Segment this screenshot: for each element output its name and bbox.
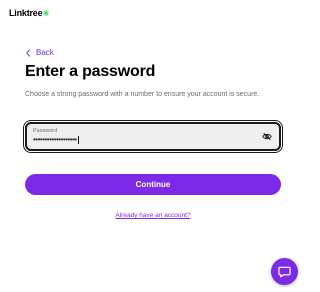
chevron-left-icon	[26, 48, 31, 57]
page-subtitle: Choose a strong password with a number t…	[25, 91, 260, 98]
continue-button[interactable]: Continue	[25, 174, 281, 195]
already-have-account-link[interactable]: Already have an account?	[0, 212, 306, 219]
eye-off-icon[interactable]	[262, 132, 272, 141]
password-masked-value: •••••••••••••••••••	[33, 135, 77, 144]
password-field[interactable]: Password •••••••••••••••••••	[25, 122, 281, 151]
linktree-logo[interactable]: Linktree	[9, 8, 50, 18]
text-caret	[77, 135, 79, 144]
back-button[interactable]: Back	[25, 48, 54, 57]
back-label: Back	[36, 48, 54, 57]
password-label: Password	[33, 128, 58, 134]
chat-widget-button[interactable]	[271, 258, 298, 285]
page-title: Enter a password	[25, 63, 156, 80]
password-input[interactable]: •••••••••••••••••••	[33, 135, 79, 144]
continue-label: Continue	[135, 180, 171, 189]
logo-wordmark: Linktree	[9, 8, 43, 18]
chat-icon	[278, 266, 291, 278]
logo-asterisk-icon	[43, 10, 50, 16]
